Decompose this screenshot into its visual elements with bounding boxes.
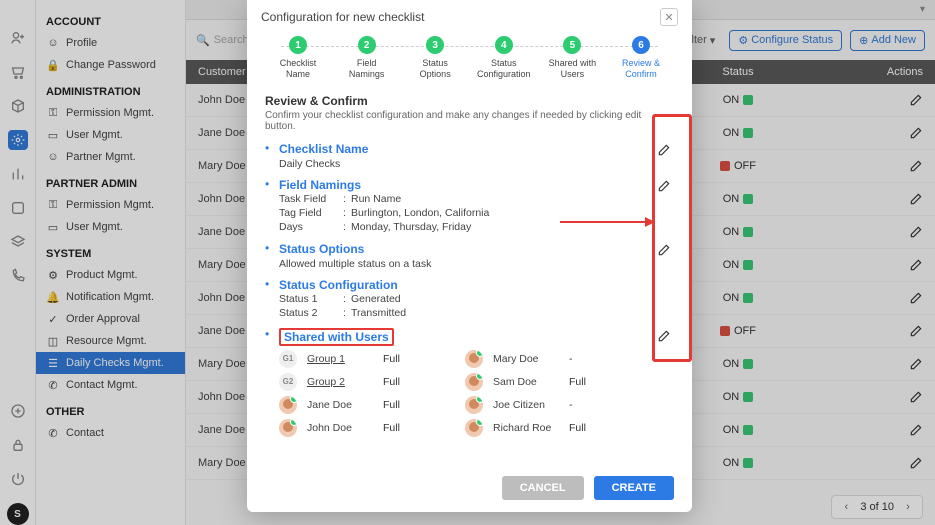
group-badge: G2 [279, 373, 297, 391]
step[interactable]: 1 ChecklistName [265, 36, 331, 80]
user-perm: - [569, 353, 609, 365]
edit-button[interactable] [654, 140, 674, 160]
section-status-config: Status Configuration Status 1:Generated … [265, 276, 674, 326]
step-label: Shared withUsers [549, 58, 597, 80]
step-number: 5 [563, 36, 581, 54]
section-status-options: Status Options Allowed multiple status o… [265, 240, 674, 276]
edit-button[interactable] [654, 176, 674, 196]
kv-key: Task Field [279, 193, 343, 205]
step[interactable]: 5 Shared withUsers [539, 36, 605, 80]
edit-button[interactable] [654, 240, 674, 260]
user-name[interactable]: Group 2 [307, 376, 377, 388]
user-perm: Full [383, 422, 423, 434]
user-perm: Full [383, 353, 423, 365]
step-label: StatusOptions [420, 58, 451, 80]
avatar [279, 396, 297, 414]
close-button[interactable]: ✕ [660, 8, 678, 26]
avatar [465, 373, 483, 391]
step[interactable]: 6 Review &Confirm [608, 36, 674, 80]
avatar [465, 396, 483, 414]
step-number: 2 [358, 36, 376, 54]
step-label: StatusConfiguration [477, 58, 531, 80]
kv-val: Run Name [351, 193, 401, 205]
step-number: 4 [495, 36, 513, 54]
review-subtitle: Confirm your checklist configuration and… [265, 110, 674, 132]
user-name: Mary Doe [493, 353, 563, 365]
create-button[interactable]: CREATE [594, 476, 674, 500]
kv-val: Monday, Thursday, Friday [351, 221, 471, 233]
section-title: Shared with Users [279, 328, 394, 346]
kv-key: Status 1 [279, 293, 343, 305]
avatar [279, 419, 297, 437]
user-name[interactable]: Group 1 [307, 353, 377, 365]
cancel-button[interactable]: CANCEL [502, 476, 584, 500]
user-name: Richard Roe [493, 422, 563, 434]
status-options-text: Allowed multiple status on a task [279, 256, 674, 270]
step[interactable]: 3 StatusOptions [402, 36, 468, 80]
user-perm: Full [569, 422, 609, 434]
section-shared-users: Shared with Users G1Group 1FullMary Doe-… [265, 326, 674, 443]
section-field-namings: Field Namings Task Field:Run Name Tag Fi… [265, 176, 674, 240]
avatar [465, 350, 483, 368]
section-title: Field Namings [279, 178, 361, 192]
review-title: Review & Confirm [265, 94, 674, 108]
stepper: 1 ChecklistName 2 FieldNamings 3 StatusOption… [247, 32, 692, 82]
modal-footer: CANCEL CREATE [247, 468, 692, 512]
checklist-name-value: Daily Checks [279, 156, 674, 170]
user-name: Joe Citizen [493, 399, 563, 411]
section-title: Status Configuration [279, 278, 398, 292]
step-label: Review &Confirm [622, 58, 660, 80]
modal-body: Review & Confirm Confirm your checklist … [247, 82, 692, 468]
step-label: FieldNamings [349, 58, 385, 80]
users-grid: G1Group 1FullMary Doe-G2Group 2FullSam D… [279, 350, 674, 437]
avatar [465, 419, 483, 437]
configuration-modal: Configuration for new checklist ✕ 1 Check… [247, 0, 692, 512]
modal-header: Configuration for new checklist ✕ [247, 0, 692, 32]
kv-val: Generated [351, 293, 401, 305]
modal-title: Configuration for new checklist [261, 10, 424, 24]
step-label: ChecklistName [280, 58, 317, 80]
step-number: 6 [632, 36, 650, 54]
user-name: John Doe [307, 422, 377, 434]
step[interactable]: 2 FieldNamings [334, 36, 400, 80]
kv-val: Transmitted [351, 307, 406, 319]
user-name: Sam Doe [493, 376, 563, 388]
user-perm: Full [383, 376, 423, 388]
section-checklist-name: Checklist Name Daily Checks [265, 140, 674, 176]
step-number: 1 [289, 36, 307, 54]
step[interactable]: 4 StatusConfiguration [471, 36, 537, 80]
user-perm: - [569, 399, 609, 411]
step-number: 3 [426, 36, 444, 54]
kv-key: Days [279, 221, 343, 233]
section-title: Checklist Name [279, 142, 368, 156]
user-perm: Full [383, 399, 423, 411]
kv-val: Burlington, London, California [351, 207, 489, 219]
group-badge: G1 [279, 350, 297, 368]
user-name: Jane Doe [307, 399, 377, 411]
kv-key: Status 2 [279, 307, 343, 319]
kv-key: Tag Field [279, 207, 343, 219]
edit-button[interactable] [654, 326, 674, 346]
section-title: Status Options [279, 242, 364, 256]
user-perm: Full [569, 376, 609, 388]
